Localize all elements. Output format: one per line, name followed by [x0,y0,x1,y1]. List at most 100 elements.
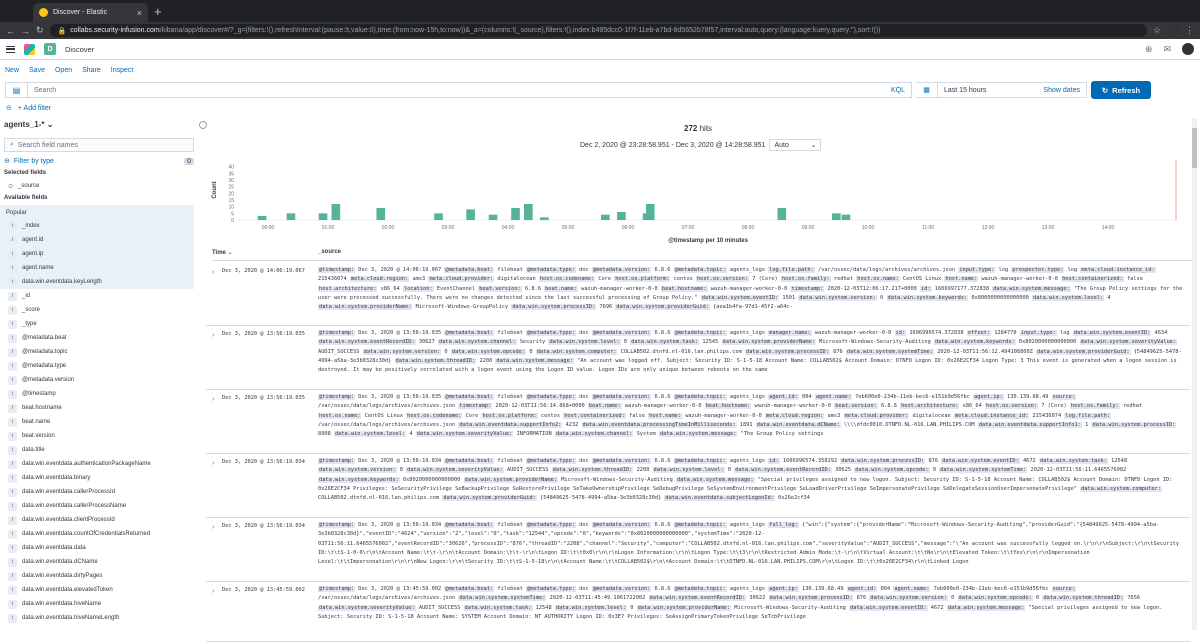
field-item[interactable]: t data.win.eventdata.data [4,541,194,555]
url-input[interactable]: 🔒 collabs.security-infusion.com/kibana/a… [49,24,1147,37]
source-value: wazuh-manager-worker-0-0 [978,276,1062,283]
help-icon[interactable]: ⊕ [1145,44,1153,55]
kibana-logo-icon[interactable] [24,43,35,55]
table-row[interactable]: › Dec 3, 2020 @ 13:56:19.035 @timestamp: D… [206,326,1190,390]
page-scrollbar[interactable] [1192,118,1197,630]
collapse-sidebar-icon[interactable] [199,121,207,129]
add-filter-button[interactable]: + Add filter [18,105,51,112]
field-item[interactable]: t _type [4,317,194,331]
table-row[interactable]: › Dec 3, 2020 @ 13:56:19.035 @timestamp: D… [206,390,1190,454]
source-key: host.os.codename: [406,412,463,419]
field-item[interactable]: t data.win.eventdata.dCName [4,555,194,569]
field-item[interactable]: t agent.name [4,261,194,275]
mail-icon[interactable]: ✉ [1163,44,1171,55]
star-icon[interactable]: ☆ [1153,25,1161,36]
show-dates-button[interactable]: Show dates [1043,87,1080,94]
expand-row-icon[interactable]: › [212,396,214,403]
field-item[interactable]: t data.win.eventdata.dirtyPages [4,569,194,583]
field-item[interactable]: t _score [4,303,194,317]
search-input[interactable]: Search KQL [27,82,912,98]
menu-new[interactable]: New [5,67,19,74]
menu-save[interactable]: Save [29,67,45,74]
field-item[interactable]: t beat.name [4,415,194,429]
source-value: x86_64 [959,403,985,410]
close-tab-icon[interactable]: × [137,8,142,18]
field-item[interactable]: t beat.hostname [4,401,194,415]
field-name: data.win.eventdata.hiveNameLength [22,615,120,621]
source-key: @metadata.topic: [673,267,727,273]
table-row[interactable]: › Dec 3, 2020 @ 13:45:59.002 @timestamp: D… [206,582,1190,642]
field-item[interactable]: t agent.ip [4,247,194,261]
field-item[interactable]: t data.win.eventdata.hiveName [4,597,194,611]
field-item[interactable]: t data.win.eventdata.countOfCredentialsRe… [4,527,194,541]
field-item[interactable]: t _id [4,289,194,303]
field-item[interactable]: t data.win.eventdata.elevatedToken [4,583,194,597]
menu-share[interactable]: Share [82,67,101,74]
calendar-icon[interactable]: ▦ [916,82,938,98]
field-item[interactable]: t data.win.eventdata.hiveNameLength [4,611,194,625]
field-type-icon: t [8,487,17,497]
menu-icon[interactable]: ⋮ [1185,25,1194,36]
user-avatar[interactable] [1182,43,1194,55]
field-item[interactable]: t data.win.eventdata.callerProcessName [4,499,194,513]
reload-icon[interactable]: ↻ [36,25,44,36]
back-icon[interactable]: ← [6,26,15,36]
field-search-input[interactable]: ⌕ Search field names [4,138,194,152]
field-item[interactable]: t agent.id [4,233,194,247]
field-item-source[interactable]: ⊙ _source [4,179,194,193]
time-range-text: Dec 2, 2020 @ 23:28:58.951 - Dec 3, 2020… [580,141,766,149]
field-item[interactable]: t data.title [4,443,194,457]
expand-row-icon[interactable]: › [212,524,214,531]
x-tick-label: 01:00 [322,225,335,231]
field-item[interactable]: t @metadata.topic [4,345,194,359]
browser-tab[interactable]: Discover - Elastic × [33,3,148,22]
kql-toggle[interactable]: KQL [891,87,905,94]
expand-row-icon[interactable]: › [212,269,214,276]
source-key: data.win.system.message: [658,431,738,438]
field-item[interactable]: t _index [4,219,194,233]
menu-open[interactable]: Open [55,67,72,74]
menu-toggle-icon[interactable] [6,45,15,53]
expand-row-icon[interactable]: › [212,460,214,467]
field-item[interactable]: t @timestamp [4,387,194,401]
filter-by-type-button[interactable]: ⊖ Filter by type 0 [4,155,194,167]
x-tick-label: 07:00 [682,225,695,231]
col-time[interactable]: Time ⌄ [212,249,318,260]
field-item[interactable]: t beat.version [4,429,194,443]
expand-row-icon[interactable]: › [212,588,214,595]
date-range-picker[interactable]: Last 15 hours Show dates [938,82,1087,98]
x-tick-label: 12:00 [982,225,995,231]
search-icon: ⌕ [10,141,14,148]
forward-icon[interactable]: → [21,26,30,36]
scrollbar-thumb[interactable] [1192,128,1197,168]
menu-inspect[interactable]: Inspect [111,67,134,74]
source-key: timestamp: [458,403,493,410]
profile-avatar[interactable] [1167,24,1179,37]
expand-row-icon[interactable]: › [212,332,214,339]
table-row[interactable]: › Dec 3, 2020 @ 13:56:19.034 @timestamp: D… [206,454,1190,518]
field-item[interactable]: t data.win.eventdata.authenticationPackag… [4,457,194,471]
source-value: 4672 [1019,458,1039,464]
filter-options-icon[interactable]: ⊝ [6,104,12,112]
new-tab-icon[interactable]: + [154,4,162,19]
field-item[interactable]: t data.win.eventdata.clientProcessId [4,513,194,527]
refresh-button[interactable]: ↻ Refresh [1091,81,1151,99]
table-row[interactable]: › Dec 3, 2020 @ 13:56:19.034 @timestamp: D… [206,518,1190,582]
field-item[interactable]: t @metadata.beat [4,331,194,345]
field-item[interactable]: t data.win.eventdata.binary [4,471,194,485]
field-item[interactable]: t @metadata.version [4,373,194,387]
source-value: 1606996574.358292 [779,458,841,464]
field-item[interactable]: t @metadata.type [4,359,194,373]
source-value: wazuh-manager-worker-0-0 [811,330,895,336]
index-pattern-selector[interactable]: agents_1-* ⌄ [4,120,53,129]
source-key: data.win.system.keywords: [933,339,1016,346]
saved-query-icon[interactable]: ▤ [5,82,27,98]
source-value: Core [462,412,482,419]
table-row[interactable]: › Dec 3, 2020 @ 14:06:19.067 @timestamp: D… [206,263,1190,326]
interval-select[interactable]: Auto ⌄ [769,139,822,151]
field-item[interactable]: t data.win.eventdata.callerProcessId [4,485,194,499]
source-value: 876 [853,595,870,602]
histogram-bar [832,213,841,220]
source-key: beat.version: [834,403,878,410]
field-item[interactable]: t data.win.eventdata.keyLength [4,275,194,289]
